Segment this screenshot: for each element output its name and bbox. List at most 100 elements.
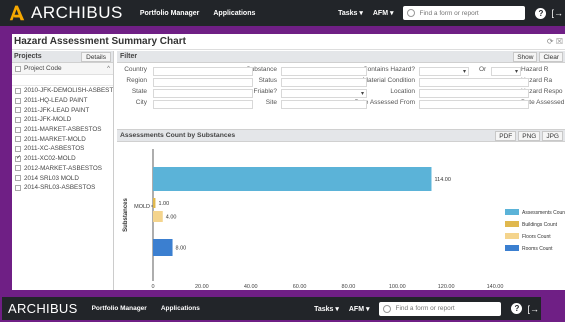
tasks-dropdown[interactable]: Tasks ▾ bbox=[338, 9, 363, 17]
title-bar-icons[interactable]: ⟳ ☒ bbox=[547, 37, 563, 46]
filter-label: Status bbox=[258, 77, 277, 84]
filter-header: Filter Show Clear bbox=[117, 51, 565, 63]
legend-swatch bbox=[505, 209, 519, 215]
project-row[interactable]: 2011-XC-ASBESTOS bbox=[12, 144, 113, 154]
x-tick-label: 60.00 bbox=[293, 284, 307, 290]
project-checkbox[interactable] bbox=[15, 165, 21, 172]
bottom-logout-icon[interactable]: [→ bbox=[527, 304, 539, 314]
search-input[interactable] bbox=[419, 9, 520, 17]
project-code-column-header[interactable]: Project Code ^ bbox=[12, 63, 113, 75]
project-checkbox[interactable] bbox=[15, 126, 21, 133]
project-filter-row[interactable] bbox=[12, 75, 113, 86]
bottom-search-box[interactable] bbox=[379, 301, 502, 316]
bar-rooms-count bbox=[153, 239, 173, 256]
filter-input-col3[interactable] bbox=[419, 89, 529, 98]
filter-input-col3[interactable] bbox=[419, 78, 529, 87]
archibus-logo[interactable]: ARCHIBUS bbox=[8, 3, 123, 23]
help-icon[interactable]: ? bbox=[535, 7, 547, 19]
bar-value-label: 114.00 bbox=[434, 177, 450, 183]
chart-panel-title: Assessments Count by Substances bbox=[120, 132, 236, 139]
page-title: Hazard Assessment Summary Chart bbox=[14, 36, 186, 47]
filter-title: Filter bbox=[120, 53, 138, 60]
project-row[interactable]: 2011-JFK-MOLD bbox=[12, 115, 113, 125]
filter-label: Contains Hazard? bbox=[362, 66, 415, 73]
bottom-menu-portfolio-manager[interactable]: Portfolio Manager bbox=[92, 305, 147, 312]
project-code: 2011-JFK-MOLD bbox=[24, 116, 72, 124]
bottom-menu-applications[interactable]: Applications bbox=[161, 305, 200, 312]
project-row[interactable]: 2014-SRL03-ASBESTOS bbox=[12, 183, 113, 193]
menu-applications[interactable]: Applications bbox=[213, 10, 255, 17]
filter-input-col3[interactable] bbox=[419, 67, 469, 76]
x-tick-label: 140.00 bbox=[487, 284, 504, 290]
bottom-tasks-dropdown[interactable]: Tasks ▾ bbox=[314, 305, 339, 313]
y-axis-label: Substances bbox=[123, 198, 129, 232]
project-checkbox[interactable] bbox=[15, 97, 21, 104]
filter-input-col2[interactable] bbox=[281, 89, 367, 98]
x-tick-label: 0 bbox=[151, 284, 154, 290]
project-row[interactable]: 2011-MARKET-MOLD bbox=[12, 134, 113, 144]
project-code: 2014 SRL03 MOLD bbox=[24, 174, 79, 182]
project-checkbox[interactable] bbox=[15, 154, 21, 162]
project-row[interactable]: 2014 SRL03 MOLD bbox=[12, 173, 113, 183]
project-checkbox[interactable] bbox=[15, 107, 21, 114]
bottom-search-input[interactable] bbox=[395, 305, 496, 312]
bottom-search-icon bbox=[383, 304, 392, 313]
project-checkbox[interactable] bbox=[15, 87, 21, 94]
logout-icon[interactable]: [→ bbox=[551, 8, 563, 18]
filter-input-col3[interactable] bbox=[419, 100, 529, 109]
legend-swatch bbox=[505, 221, 519, 227]
filter-input-col1[interactable] bbox=[153, 89, 253, 98]
project-checkbox[interactable] bbox=[15, 136, 21, 143]
filter-input-col2[interactable] bbox=[281, 67, 367, 76]
chart-area: Substances 0 20.00 40.00 60.00 80.00 100.00 120… bbox=[117, 143, 565, 290]
legend-swatch bbox=[505, 245, 519, 251]
show-button[interactable]: Show bbox=[513, 51, 538, 62]
jpg-button[interactable]: JPG bbox=[542, 130, 563, 141]
filter-input-col1[interactable] bbox=[153, 67, 253, 76]
project-row[interactable]: 2011-HQ-LEAD PAINT bbox=[12, 96, 113, 106]
project-row[interactable]: 2011-MARKET-ASBESTOS bbox=[12, 125, 113, 135]
category-label: MOLD bbox=[134, 204, 150, 210]
filter-input-col2[interactable] bbox=[281, 78, 367, 87]
filter-row: City Site Date Assessed From Date Assessed bbox=[117, 99, 565, 110]
filter-input-col2[interactable] bbox=[281, 100, 367, 109]
assessments-chart: Substances 0 20.00 40.00 60.00 80.00 100.00 120… bbox=[123, 149, 565, 290]
bottom-help-icon[interactable]: ? bbox=[511, 303, 523, 314]
filter-label: Site bbox=[265, 99, 277, 106]
project-code: 2014-SRL03-ASBESTOS bbox=[24, 184, 96, 192]
project-code-header-label: Project Code bbox=[24, 65, 62, 72]
projects-panel-title: Projects bbox=[14, 53, 42, 60]
project-checkbox[interactable] bbox=[15, 184, 21, 191]
project-code: 2010-JFK-DEMOLISH-ASBESTOS bbox=[24, 87, 114, 95]
details-button[interactable]: Details bbox=[81, 51, 111, 62]
project-row[interactable]: 2010-JFK-DEMOLISH-ASBESTOS bbox=[12, 86, 113, 96]
bar-value-label: 4.00 bbox=[166, 215, 177, 221]
project-row[interactable]: 2011-XC02-MOLD bbox=[12, 154, 113, 164]
clear-button[interactable]: Clear bbox=[539, 51, 563, 62]
x-tick-label: 100.00 bbox=[389, 284, 406, 290]
filter-and-chart-panel: Filter Show Clear Country Substance Contai… bbox=[117, 51, 565, 290]
main-content: Hazard Assessment Summary Chart ⟳ ☒ Proj… bbox=[12, 34, 565, 290]
project-checkbox[interactable] bbox=[15, 116, 21, 123]
legend-swatch bbox=[505, 233, 519, 239]
project-row[interactable]: 2011-JFK-LEAD PAINT bbox=[12, 105, 113, 115]
project-row[interactable]: 2012-MARKET-ASBESTOS bbox=[12, 164, 113, 174]
filter-or-select[interactable] bbox=[491, 67, 521, 76]
png-button[interactable]: PNG bbox=[518, 130, 541, 141]
project-checkbox[interactable] bbox=[15, 175, 21, 182]
afm-dropdown[interactable]: AFM ▾ bbox=[373, 9, 394, 17]
bottom-afm-dropdown[interactable]: AFM ▾ bbox=[349, 305, 370, 313]
menu-portfolio-manager[interactable]: Portfolio Manager bbox=[140, 10, 200, 17]
search-box[interactable] bbox=[403, 6, 526, 20]
title-bar: Hazard Assessment Summary Chart ⟳ ☒ bbox=[12, 34, 565, 50]
project-list: 2010-JFK-DEMOLISH-ASBESTOS 2011-HQ-LEAD P… bbox=[12, 86, 113, 193]
bottom-logo-text[interactable]: ARCHIBUS bbox=[8, 301, 78, 316]
select-all-checkbox[interactable] bbox=[15, 65, 21, 72]
filter-form: Country Substance Contains Hazard? Or Hazard… bbox=[117, 63, 565, 110]
project-checkbox[interactable] bbox=[15, 145, 21, 152]
filter-input-col1[interactable] bbox=[153, 100, 253, 109]
pdf-button[interactable]: PDF bbox=[495, 130, 517, 141]
filter-label: Material Condition bbox=[362, 77, 415, 84]
filter-input-col1[interactable] bbox=[153, 78, 253, 87]
sort-icon[interactable]: ^ bbox=[107, 66, 110, 72]
